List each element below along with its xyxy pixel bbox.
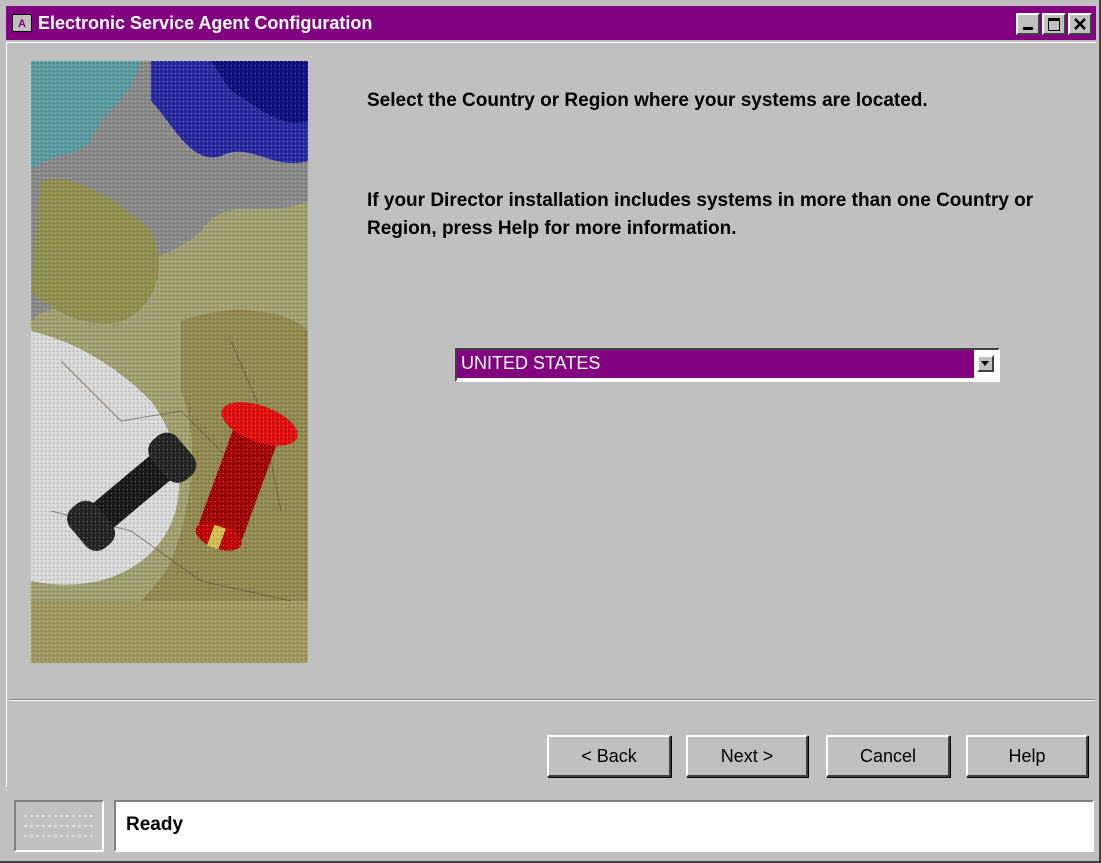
cancel-button[interactable]: Cancel (826, 735, 950, 777)
instruction-primary: Select the Country or Region where your … (367, 90, 928, 111)
wizard-content: Select the Country or Region where your … (6, 42, 1096, 787)
map-pushpin-illustration (31, 61, 308, 663)
button-separator (9, 699, 1095, 701)
app-window-icon[interactable]: A (12, 14, 32, 32)
close-icon (1074, 18, 1086, 30)
status-icon (14, 800, 104, 852)
status-message-panel: Ready (114, 800, 1094, 852)
close-button[interactable] (1068, 13, 1092, 35)
country-region-select[interactable]: UNITED STATES (455, 348, 1000, 382)
help-button[interactable]: Help (966, 735, 1088, 777)
next-button[interactable]: Next > (686, 735, 808, 777)
maximize-button[interactable] (1042, 13, 1066, 35)
chevron-down-icon[interactable] (977, 355, 994, 372)
window-title: Electronic Service Agent Configuration (38, 13, 373, 33)
country-region-selected-value[interactable]: UNITED STATES (457, 350, 974, 378)
minimize-button[interactable] (1016, 13, 1040, 35)
wizard-window: A Electronic Service Agent Configuration (0, 0, 1101, 863)
instruction-secondary: If your Director installation includes s… (367, 190, 1034, 239)
back-button[interactable]: < Back (547, 735, 671, 777)
status-bar: Ready (6, 792, 1096, 858)
status-text: Ready (126, 814, 184, 835)
title-bar[interactable]: A Electronic Service Agent Configuration (6, 6, 1096, 40)
